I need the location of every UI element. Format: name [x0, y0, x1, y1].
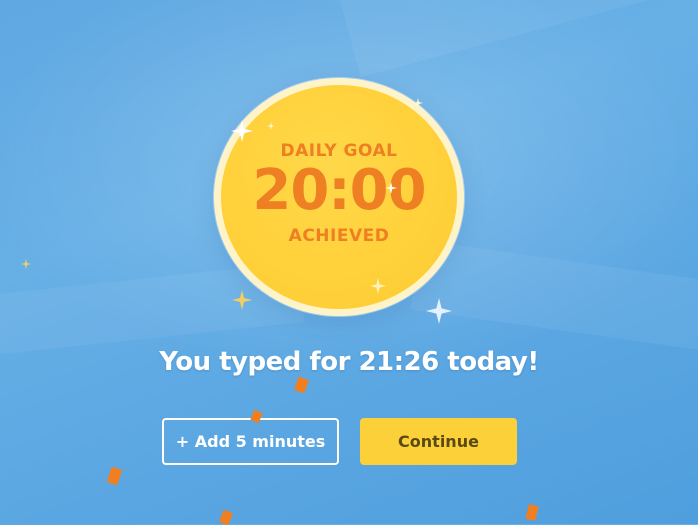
sparkle-icon	[231, 120, 253, 142]
continue-button[interactable]: Continue	[360, 418, 517, 465]
medal-label-achieved: ACHIEVED	[288, 226, 390, 246]
sparkle-icon	[426, 298, 452, 324]
add-5-minutes-button[interactable]: + Add 5 minutes	[162, 418, 339, 465]
sparkle-icon	[21, 259, 31, 269]
sparkle-icon	[232, 290, 252, 310]
daily-goal-medal: DAILY GOAL 20:00 ACHIEVED	[214, 78, 464, 316]
sparkle-icon	[413, 98, 423, 108]
confetti-piece	[525, 503, 539, 522]
typed-time-message: You typed for 21:26 today!	[159, 347, 539, 377]
sparkle-icon	[267, 122, 275, 130]
confetti-piece	[106, 466, 123, 486]
background-ray	[340, 0, 698, 78]
sparkle-icon	[370, 278, 386, 294]
medal-face: DAILY GOAL 20:00 ACHIEVED	[221, 85, 457, 309]
sparkle-icon	[385, 182, 397, 194]
confetti-piece	[293, 376, 310, 394]
confetti-piece	[218, 509, 234, 525]
medal-goal-time: 20:00	[252, 158, 426, 223]
